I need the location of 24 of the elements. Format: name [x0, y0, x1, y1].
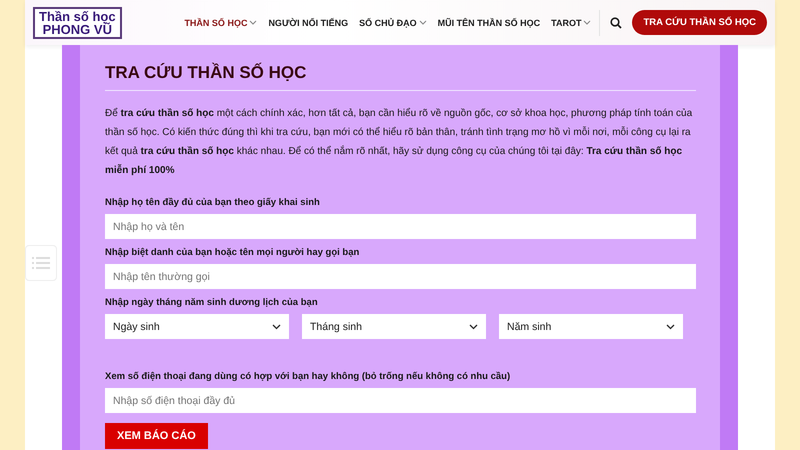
- field-label: Xem số điện thoại đang dùng có hợp với bạn hay không (bỏ trống nếu không có nhu cầu): [105, 371, 512, 382]
- input-field[interactable]: Nhập số điện thoại đầy đủ: [105, 388, 696, 413]
- nav-item[interactable]: TAROT: [551, 18, 592, 28]
- dropdown[interactable]: Ngày sinh: [105, 314, 289, 339]
- dropdown[interactable]: Tháng sinh: [302, 314, 486, 339]
- nav-item[interactable]: MŨI TÊN THẦN SỐ HỌC: [438, 18, 540, 28]
- input-field[interactable]: Nhập tên thường gọi: [105, 264, 696, 289]
- nav-item[interactable]: NGƯỜI NỔI TIẾNG: [268, 18, 348, 28]
- nav-item[interactable]: SỐ CHỦ ĐẠO: [359, 18, 427, 28]
- caret-icon: [272, 324, 281, 330]
- dropdown[interactable]: Năm sinh: [499, 314, 683, 339]
- nav-item[interactable]: THẦN SỐ HỌC: [184, 18, 258, 28]
- lookup-button[interactable]: TRA CỨU THẦN SỐ HỌC: [632, 10, 767, 35]
- submit-button[interactable]: XEM BÁO CÁO: [105, 423, 208, 449]
- search-icon[interactable]: [610, 16, 622, 28]
- form-title: TRA CỨU THẦN SỐ HỌC: [105, 63, 696, 91]
- input-field[interactable]: Nhập họ và tên: [105, 214, 696, 239]
- field-label: Nhập họ tên đầy đủ của bạn theo giấy khai sinh: [105, 197, 321, 208]
- intro-paragraph: Để tra cứu thần số học một cách chính xác, hơn tất cả, bạn cần hiểu rõ về nguồn gốc, cơ sở khoa học, phương pháp tính toán của thần số học. Có kiến thức đúng thì khi tra cứu, bạn mới có thể hiểu rõ bản thân, tránh tình trạng mơ hồ vì mỗi nơi, mỗi công cụ lại ra kết quả tra cứu thần số học khác nhau. Để có thể nắm rõ nhất, hãy sử dụng công cụ của chúng tôi tại đây: Tra cứu thần số học miễn phí 100%: [105, 106, 694, 178]
- field-label: Nhập biệt danh của bạn hoặc tên mọi người hay gọi bạn: [105, 247, 360, 258]
- logo[interactable]: Thần số học PHONG VŨ: [33, 6, 122, 38]
- caret-icon: [469, 324, 478, 330]
- field-label: Nhập ngày tháng năm sinh dương lịch của bạn: [105, 297, 319, 308]
- caret-icon: [666, 324, 675, 330]
